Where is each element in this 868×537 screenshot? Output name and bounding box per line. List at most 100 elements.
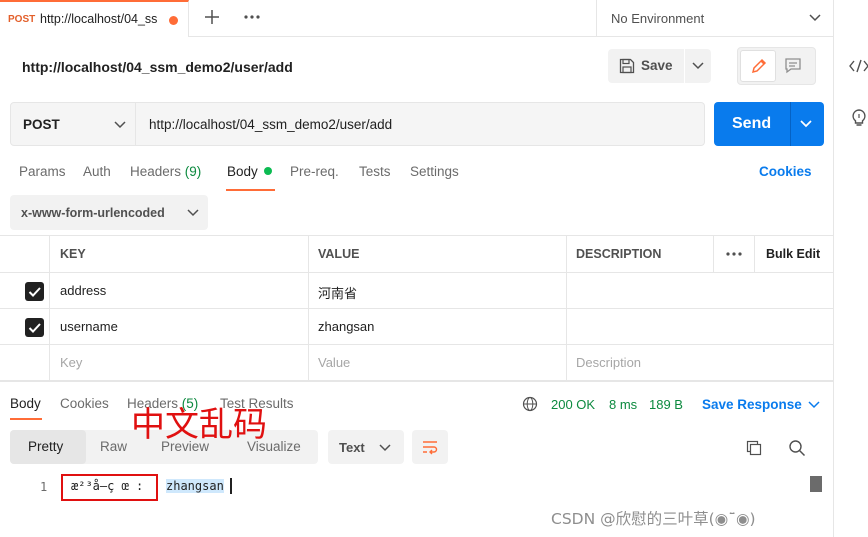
chevron-down-icon (809, 13, 821, 23)
lightbulb-icon[interactable] (850, 108, 868, 128)
annotation-text: 中文乱码 (131, 405, 267, 445)
tab-body-label: Body (227, 164, 258, 179)
view-raw-button[interactable]: Raw (100, 439, 127, 454)
tab-body[interactable]: Body (227, 164, 272, 179)
value-text: 河南省 (318, 286, 358, 301)
value-input-cell[interactable]: Value (309, 345, 567, 380)
cookies-link[interactable]: Cookies (759, 164, 812, 179)
description-input-cell[interactable]: Description (567, 345, 833, 380)
tab-headers[interactable]: Headers (9) (130, 164, 201, 179)
tab-settings[interactable]: Settings (410, 164, 459, 179)
method-select[interactable]: POST (10, 102, 136, 146)
tab-method: POST (8, 14, 36, 25)
url-input[interactable]: http://localhost/04_ssm_demo2/user/add (136, 102, 705, 146)
tab-headers-count: (9) (184, 164, 202, 179)
key-input-cell[interactable]: Key (50, 345, 309, 380)
tab-headers-label: Headers (130, 164, 182, 179)
watermark: CSDN @欣慰的三叶草(◉¯̈◉) (551, 510, 756, 528)
body-type-select[interactable]: x-www-form-urlencoded (10, 195, 208, 230)
column-header-key: KEY (60, 247, 86, 261)
form-data-table: KEY VALUE DESCRIPTION Bulk Edit address … (0, 235, 833, 381)
chevron-down-icon[interactable] (808, 400, 820, 410)
save-options-button[interactable] (685, 49, 711, 83)
row-check-cell (0, 309, 50, 344)
body-indicator-dot (263, 167, 272, 175)
request-name[interactable]: http://localhost/04_ssm_demo2/user/add (22, 59, 293, 75)
globe-icon[interactable] (522, 396, 538, 412)
header-description-cell: DESCRIPTION (567, 236, 714, 272)
row-check-cell (0, 345, 50, 380)
url-text: http://localhost/04_ssm_demo2/user/add (149, 117, 393, 132)
response-tab-body[interactable]: Body (10, 396, 41, 411)
body-type-label: x-www-form-urlencoded (21, 206, 165, 220)
description-cell[interactable] (567, 309, 833, 344)
key-cell[interactable]: address (50, 273, 309, 308)
row-checkbox[interactable] (25, 318, 44, 337)
environment-label: No Environment (611, 11, 705, 26)
unsaved-dot-icon (169, 16, 178, 25)
response-time[interactable]: 8 ms (609, 397, 637, 412)
code-snippet-icon[interactable] (849, 58, 868, 74)
response-divider (0, 381, 833, 382)
value-text: zhangsan (318, 319, 375, 334)
environment-selector[interactable]: No Environment (596, 0, 833, 37)
column-header-value: VALUE (318, 247, 360, 261)
pencil-icon (750, 57, 768, 75)
save-response-label: Save Response (702, 397, 802, 412)
tab-tests[interactable]: Tests (359, 164, 391, 179)
view-pretty-label: Pretty (28, 439, 64, 454)
save-button[interactable]: Save (608, 49, 684, 83)
key-placeholder: Key (60, 355, 83, 370)
response-tab-cookies[interactable]: Cookies (60, 396, 109, 411)
method-label: POST (23, 117, 60, 132)
wrap-lines-icon (422, 439, 438, 455)
header-key-cell: KEY (50, 236, 309, 272)
tab-params[interactable]: Params (19, 164, 66, 179)
right-sidebar (833, 0, 868, 537)
send-button[interactable]: Send (714, 102, 824, 146)
chevron-down-icon[interactable] (800, 119, 812, 129)
request-tab[interactable]: POST http://localhost/04_ss (0, 0, 189, 37)
more-tabs-icon[interactable] (243, 9, 261, 25)
more-options-icon (725, 250, 743, 258)
row-check-cell (0, 273, 50, 308)
response-value-text: zhangsan (166, 479, 224, 493)
value-placeholder: Value (318, 355, 351, 370)
edit-mode-button[interactable] (740, 50, 776, 82)
tab-bar: POST http://localhost/04_ss No Environme… (0, 0, 833, 37)
value-cell[interactable]: zhangsan (309, 309, 567, 344)
value-cell[interactable]: 河南省 (309, 273, 567, 308)
key-cell[interactable]: username (50, 309, 309, 344)
table-more-cell[interactable] (714, 236, 755, 272)
key-text: username (60, 319, 118, 334)
search-icon[interactable] (788, 439, 806, 457)
comment-mode-icon[interactable] (784, 57, 802, 74)
wrap-lines-button[interactable] (412, 430, 448, 464)
status-code[interactable]: 200 OK (551, 397, 595, 412)
save-label: Save (641, 58, 673, 73)
tab-prereq[interactable]: Pre-req. (290, 164, 339, 179)
bulk-edit-button[interactable]: Bulk Edit (766, 247, 820, 261)
save-response-button[interactable]: Save Response (702, 397, 802, 412)
header-value-cell: VALUE (309, 236, 567, 272)
chevron-down-icon (692, 61, 704, 71)
response-active-underline (10, 418, 42, 420)
copy-icon[interactable] (746, 440, 762, 456)
table-header-row: KEY VALUE DESCRIPTION Bulk Edit (0, 236, 833, 273)
editor-scrollbar[interactable] (810, 476, 822, 492)
line-number: 1 (40, 480, 48, 494)
response-size[interactable]: 189 B (649, 397, 683, 412)
send-divider (790, 102, 791, 146)
view-mode-toggle (737, 47, 816, 85)
description-placeholder: Description (576, 355, 642, 370)
response-format-select[interactable]: Text (328, 430, 404, 464)
description-cell[interactable] (567, 273, 833, 308)
table-row: address 河南省 (0, 273, 833, 309)
tab-auth[interactable]: Auth (83, 164, 111, 179)
row-checkbox[interactable] (25, 282, 44, 301)
new-tab-icon[interactable] (204, 9, 220, 25)
column-header-description: DESCRIPTION (576, 247, 662, 261)
key-text: address (60, 283, 107, 298)
table-row: username zhangsan (0, 309, 833, 345)
view-pretty-button[interactable]: Pretty (10, 430, 86, 464)
